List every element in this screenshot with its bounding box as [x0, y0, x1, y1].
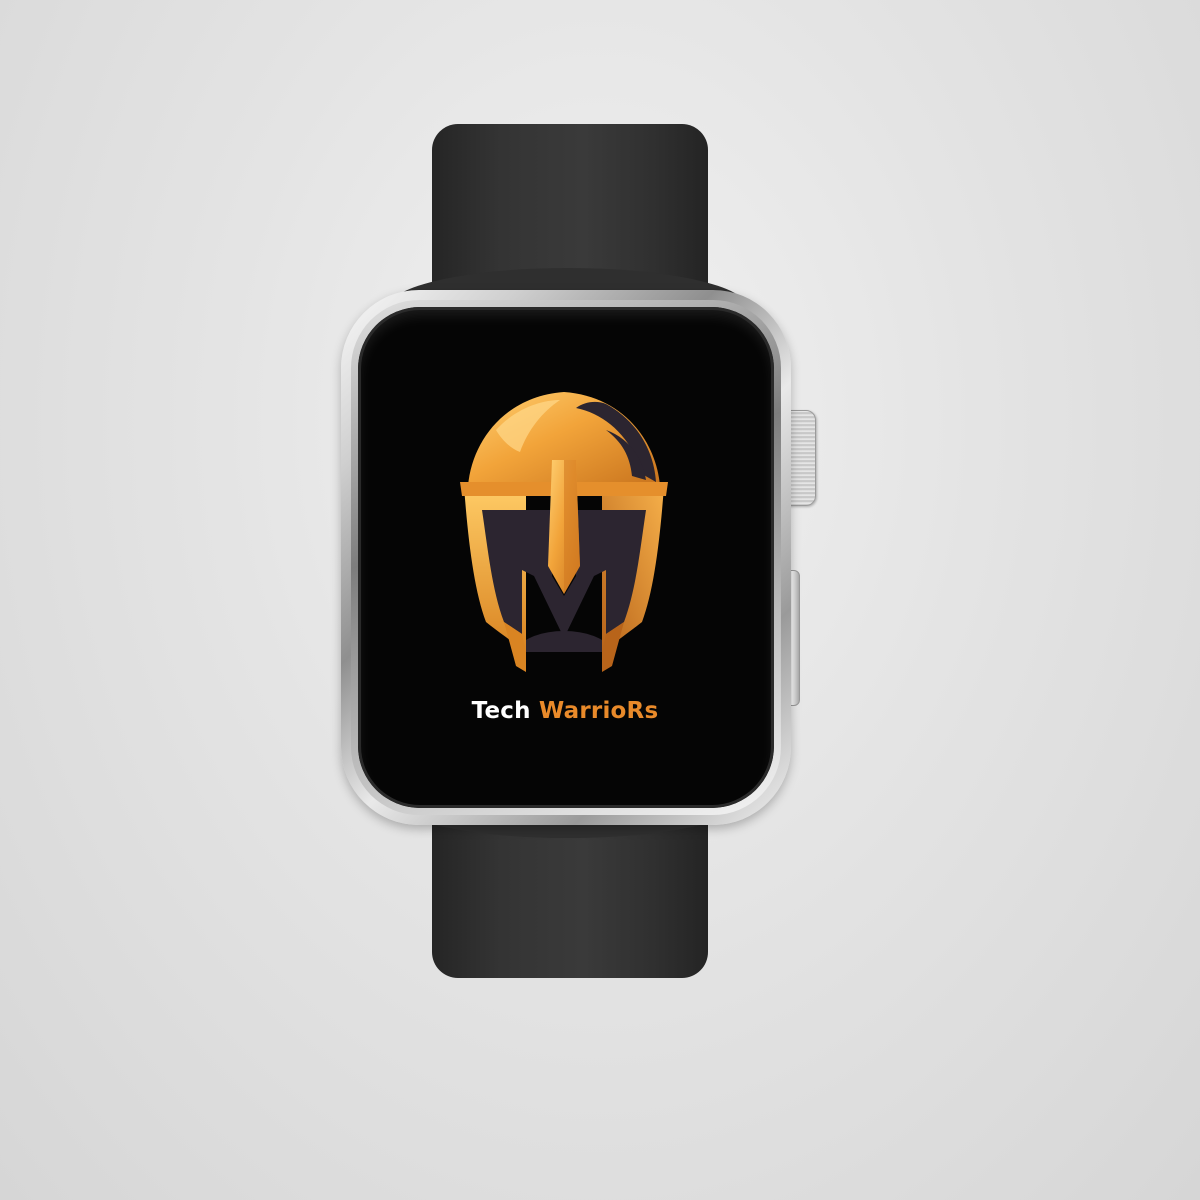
spartan-helmet-icon: [460, 392, 668, 672]
brand-name: Tech WarrioRs: [400, 698, 730, 724]
watch-mockup: Tech WarrioRs: [0, 0, 1200, 1200]
brand-word-warriors: WarrioRs: [538, 698, 659, 724]
brand-word-tech: Tech: [471, 698, 531, 724]
